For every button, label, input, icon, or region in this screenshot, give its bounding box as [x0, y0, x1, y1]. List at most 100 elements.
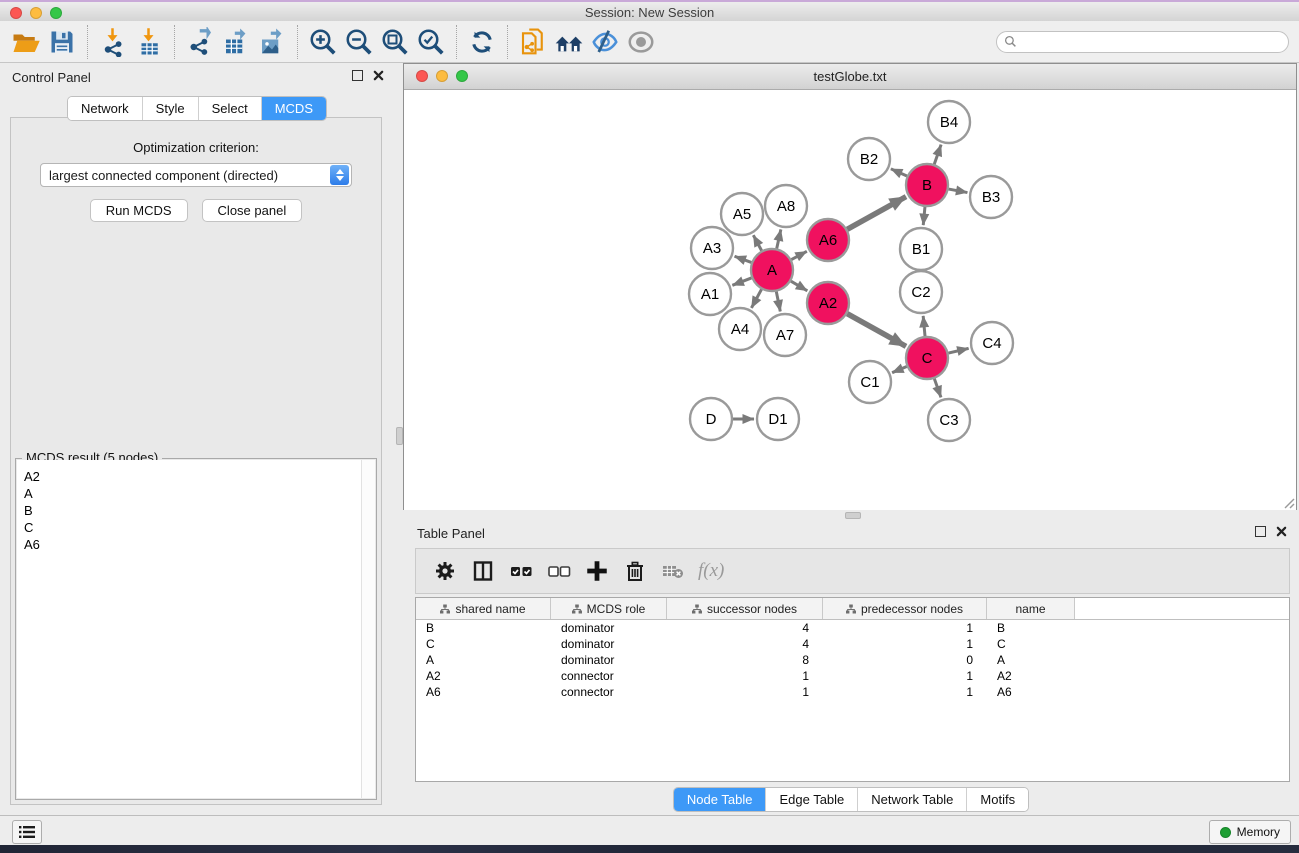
network-canvas[interactable]: B4B2BB3A5A8A6A3B1AA1C2A2A4A7C4CC1C3DD1 [404, 90, 1296, 510]
table-cell[interactable]: connector [551, 684, 667, 700]
delete-column-icon[interactable] [619, 555, 651, 587]
new-network-from-file-icon[interactable] [515, 24, 551, 60]
open-file-icon[interactable] [8, 24, 44, 60]
select-all-columns-icon[interactable] [505, 555, 537, 587]
network-window-titlebar[interactable]: testGlobe.txt [404, 64, 1296, 90]
graph-edge-B-B4[interactable] [934, 145, 941, 165]
search-field[interactable] [996, 31, 1289, 53]
export-image-icon[interactable] [254, 24, 290, 60]
column-header-name[interactable]: name [987, 598, 1075, 619]
graph-edge-A-A8[interactable] [777, 229, 781, 248]
unselect-all-columns-icon[interactable] [543, 555, 575, 587]
graph-edge-A2-C[interactable] [847, 314, 906, 347]
refresh-icon[interactable] [464, 24, 500, 60]
close-panel-button[interactable]: Close panel [202, 199, 303, 222]
table-row[interactable]: A6connector11A6 [416, 684, 1289, 700]
mcds-result-item[interactable]: C [17, 519, 375, 536]
zoom-fit-icon[interactable] [377, 24, 413, 60]
column-header-shared-name[interactable]: shared name [416, 598, 551, 619]
hide-graphics-details-icon[interactable] [623, 24, 659, 60]
table-cell[interactable]: 1 [823, 668, 987, 684]
graph-edge-C-C4[interactable] [948, 348, 968, 353]
table-cell[interactable]: A2 [416, 668, 551, 684]
graph-edge-C-C3[interactable] [934, 379, 941, 398]
table-cell[interactable]: B [416, 620, 551, 636]
tab-style[interactable]: Style [143, 97, 199, 120]
table-row[interactable]: A2connector11A2 [416, 668, 1289, 684]
table-cell[interactable]: A6 [987, 684, 1075, 700]
table-cell[interactable]: 8 [667, 652, 823, 668]
memory-button[interactable]: Memory [1209, 820, 1291, 844]
table-cell[interactable]: A [416, 652, 551, 668]
graph-edge-A-A2[interactable] [791, 281, 807, 291]
table-cell[interactable]: 4 [667, 636, 823, 652]
graph-edge-A-A5[interactable] [753, 235, 761, 250]
table-cell[interactable]: 1 [667, 684, 823, 700]
mcds-result-item[interactable]: B [17, 502, 375, 519]
mcds-result-item[interactable]: A6 [17, 536, 375, 553]
export-network-icon[interactable] [182, 24, 218, 60]
table-cell[interactable]: dominator [551, 652, 667, 668]
table-cell[interactable]: A [987, 652, 1075, 668]
run-mcds-button[interactable]: Run MCDS [90, 199, 188, 222]
graph-edge-B-B2[interactable] [891, 169, 907, 176]
graph-edge-B-B1[interactable] [923, 207, 925, 225]
export-table-icon[interactable] [218, 24, 254, 60]
float-panel-icon[interactable] [352, 70, 363, 81]
table-row[interactable]: Adominator80A [416, 652, 1289, 668]
table-row[interactable]: Cdominator41C [416, 636, 1289, 652]
toggle-columns-icon[interactable] [467, 555, 499, 587]
table-cell[interactable]: C [416, 636, 551, 652]
graph-edge-B-B3[interactable] [949, 189, 968, 193]
resize-corner-icon[interactable] [1283, 497, 1295, 509]
tab-mcds[interactable]: MCDS [262, 97, 326, 120]
graph-edge-A-A3[interactable] [735, 256, 752, 262]
table-cell[interactable]: 0 [823, 652, 987, 668]
tab-node-table[interactable]: Node Table [674, 788, 767, 811]
delete-table-icon[interactable] [657, 555, 689, 587]
table-cell[interactable]: 1 [823, 684, 987, 700]
search-input[interactable] [1017, 34, 1281, 50]
mcds-result-list[interactable]: A2ABCA6 [17, 460, 375, 798]
zoom-out-icon[interactable] [341, 24, 377, 60]
graph-edge-A6-B[interactable] [847, 197, 906, 230]
graph-edge-C-C2[interactable] [923, 316, 925, 336]
criterion-dropdown[interactable]: largest connected component (directed) [40, 163, 352, 187]
close-panel-icon[interactable] [373, 70, 384, 81]
vertical-splitter-handle[interactable] [396, 427, 403, 445]
graph-edge-C-C1[interactable] [892, 367, 907, 373]
column-header-successor-nodes[interactable]: successor nodes [667, 598, 823, 619]
zoom-selected-icon[interactable] [413, 24, 449, 60]
table-cell[interactable]: 1 [823, 620, 987, 636]
table-cell[interactable]: A6 [416, 684, 551, 700]
horizontal-splitter-handle[interactable] [845, 512, 861, 519]
tab-network-table[interactable]: Network Table [858, 788, 967, 811]
zoom-in-icon[interactable] [305, 24, 341, 60]
graph-edge-A-A4[interactable] [751, 289, 761, 308]
function-builder-icon[interactable]: f(x) [698, 560, 724, 582]
table-cell[interactable]: C [987, 636, 1075, 652]
table-cell[interactable]: 1 [823, 636, 987, 652]
save-session-icon[interactable] [44, 24, 80, 60]
graph-edge-A-A7[interactable] [776, 292, 780, 312]
table-cell[interactable]: A2 [987, 668, 1075, 684]
table-row[interactable]: Bdominator41B [416, 620, 1289, 636]
tab-edge-table[interactable]: Edge Table [766, 788, 858, 811]
table-cell[interactable]: B [987, 620, 1075, 636]
table-cell[interactable]: connector [551, 668, 667, 684]
tab-motifs[interactable]: Motifs [967, 788, 1028, 811]
mcds-result-item[interactable]: A [17, 485, 375, 502]
show-graphics-details-icon[interactable] [587, 24, 623, 60]
result-scrollbar[interactable] [361, 460, 375, 798]
table-cell[interactable]: dominator [551, 620, 667, 636]
tab-select[interactable]: Select [199, 97, 262, 120]
import-network-icon[interactable] [95, 24, 131, 60]
mcds-result-item[interactable]: A2 [17, 468, 375, 485]
graph-edge-A-A1[interactable] [732, 278, 751, 285]
tab-network[interactable]: Network [68, 97, 143, 120]
column-header-MCDS-role[interactable]: MCDS role [551, 598, 667, 619]
first-neighbors-icon[interactable] [551, 24, 587, 60]
add-column-icon[interactable] [581, 555, 613, 587]
task-history-button[interactable] [12, 820, 42, 844]
table-cell[interactable]: 4 [667, 620, 823, 636]
